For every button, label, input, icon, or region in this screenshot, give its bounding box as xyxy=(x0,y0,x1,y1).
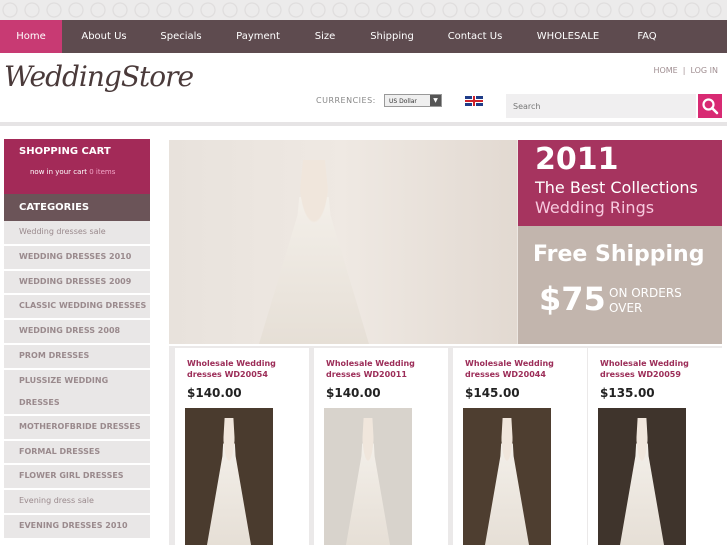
category-item[interactable]: PLUSSIZE WEDDING DRESSES xyxy=(4,369,150,416)
shopping-cart-box[interactable]: SHOPPING CART now in your cart 0 items xyxy=(4,139,150,194)
banner-photo xyxy=(169,140,517,344)
nav-item-faq[interactable]: FAQ xyxy=(626,20,668,53)
category-item[interactable]: Wedding dresses sale xyxy=(4,221,150,246)
cart-status: now in your cart 0 items xyxy=(30,168,116,176)
product-price: $145.00 xyxy=(465,386,520,400)
nav-item-home[interactable]: Home xyxy=(0,20,62,53)
category-item[interactable]: MOTHEROFBRIDE DRESSES xyxy=(4,415,150,441)
product-price: $140.00 xyxy=(326,386,381,400)
nav-item-shipping[interactable]: Shipping xyxy=(362,20,422,53)
category-item[interactable]: CLASSIC WEDDING DRESSES xyxy=(4,295,150,321)
site-logo[interactable]: WeddingStore xyxy=(4,60,194,93)
category-item[interactable]: FLOWER GIRL DRESSES xyxy=(4,465,150,491)
nav-item-wholesale[interactable]: WHOLESALE xyxy=(528,20,608,53)
product-card[interactable]: Wholesale Wedding dresses WD20011 $140.0… xyxy=(314,348,448,545)
account-links: HOME | LOG IN xyxy=(653,66,718,75)
banner-line2: Wedding Rings xyxy=(535,198,655,217)
header-divider xyxy=(0,122,727,126)
currency-value: US Dollar xyxy=(389,98,417,105)
product-name[interactable]: Wholesale Wedding dresses WD20044 xyxy=(465,358,583,380)
nav-item-specials[interactable]: Specials xyxy=(150,20,212,53)
product-grid: Wholesale Wedding dresses WD20054 $140.0… xyxy=(169,346,722,545)
product-name[interactable]: Wholesale Wedding dresses WD20059 xyxy=(600,358,718,380)
category-item[interactable]: WEDDING DRESS 2008 xyxy=(4,320,150,345)
uk-flag-icon[interactable] xyxy=(465,96,483,106)
currency-label: CURRENCIES: xyxy=(316,96,376,105)
link-separator: | xyxy=(682,66,686,75)
cart-title: SHOPPING CART xyxy=(19,146,111,157)
promo-banner[interactable]: 2011 The Best Collections Wedding Rings … xyxy=(169,140,722,344)
category-item[interactable]: WEDDING DRESSES 2010 xyxy=(4,245,150,271)
search-icon xyxy=(702,98,719,115)
product-price: $140.00 xyxy=(187,386,242,400)
banner-over: OVER xyxy=(609,301,643,315)
category-item[interactable]: WEDDING DRESSES 2009 xyxy=(4,270,150,296)
product-name[interactable]: Wholesale Wedding dresses WD20011 xyxy=(326,358,444,380)
nav-item-size[interactable]: Size xyxy=(305,20,345,53)
chevron-down-icon: ▼ xyxy=(430,95,441,106)
nav-item-contact-us[interactable]: Contact Us xyxy=(440,20,510,53)
decorative-pattern-strip xyxy=(0,0,727,20)
product-price: $135.00 xyxy=(600,386,655,400)
search-input[interactable] xyxy=(506,94,696,118)
product-image[interactable] xyxy=(598,408,686,545)
banner-line1: The Best Collections xyxy=(535,178,698,197)
home-link[interactable]: HOME xyxy=(653,66,677,75)
banner-free-shipping: Free Shipping xyxy=(533,242,705,267)
category-item[interactable]: Evening dress sale xyxy=(4,490,150,515)
main-nav: Home About Us Specials Payment Size Ship… xyxy=(0,20,727,53)
currency-select[interactable]: US Dollar ▼ xyxy=(384,94,442,107)
login-link[interactable]: LOG IN xyxy=(690,66,718,75)
product-card[interactable]: Wholesale Wedding dresses WD20054 $140.0… xyxy=(175,348,309,545)
nav-item-payment[interactable]: Payment xyxy=(226,20,290,53)
banner-year: 2011 xyxy=(535,142,619,177)
category-item[interactable]: FORMAL DRESSES xyxy=(4,440,150,466)
cart-count: 0 items xyxy=(89,168,116,176)
sidebar: SHOPPING CART now in your cart 0 items C… xyxy=(4,139,150,540)
product-image[interactable] xyxy=(463,408,551,545)
category-item[interactable]: PROM DRESSES xyxy=(4,344,150,370)
category-item[interactable]: EVENING DRESSES 2010 xyxy=(4,514,150,540)
banner-on-orders: ON ORDERS xyxy=(609,286,682,300)
product-image[interactable] xyxy=(185,408,273,545)
search-button[interactable] xyxy=(698,94,722,118)
product-image[interactable] xyxy=(324,408,412,545)
product-card[interactable]: Wholesale Wedding dresses WD20059 $135.0… xyxy=(588,348,722,545)
banner-price: $75 xyxy=(539,280,606,318)
nav-item-about-us[interactable]: About Us xyxy=(70,20,138,53)
product-card[interactable]: Wholesale Wedding dresses WD20044 $145.0… xyxy=(453,348,587,545)
categories-heading: CATEGORIES xyxy=(4,194,150,221)
product-name[interactable]: Wholesale Wedding dresses WD20054 xyxy=(187,358,305,380)
